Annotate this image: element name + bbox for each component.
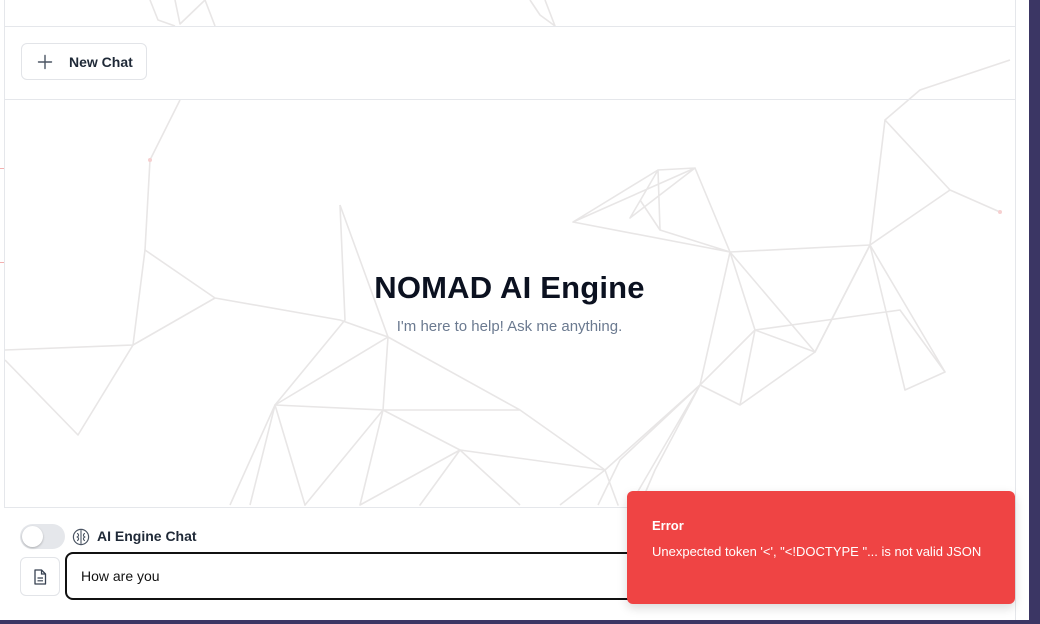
error-toast[interactable]: Error Unexpected token '<', "<!DOCTYPE "… [627,491,1015,604]
ai-engine-mode-toggle[interactable] [20,524,65,549]
message-input[interactable] [65,552,665,600]
plus-icon [37,54,53,69]
mode-label: AI Engine Chat [97,528,197,544]
new-chat-button[interactable]: New Chat [21,43,147,80]
page-title: NOMAD AI Engine [374,270,645,305]
chat-header: New Chat [4,26,1015,100]
page-scrollbar[interactable] [1016,0,1029,620]
toast-title: Error [652,518,684,533]
welcome-hero: NOMAD AI Engine I'm here to help! Ask me… [4,270,1015,335]
new-chat-label: New Chat [69,53,133,70]
file-icon [34,568,47,585]
toast-message: Unexpected token '<', "<!DOCTYPE "... is… [652,544,982,559]
toggle-knob [22,526,43,547]
app-viewport: New Chat NOMAD AI Engine I'm here to hel… [0,0,1029,620]
page-subtitle: I'm here to help! Ask me anything. [396,318,623,335]
attach-file-button[interactable] [20,557,60,596]
brain-icon [72,528,90,546]
top-strip [4,0,1015,27]
